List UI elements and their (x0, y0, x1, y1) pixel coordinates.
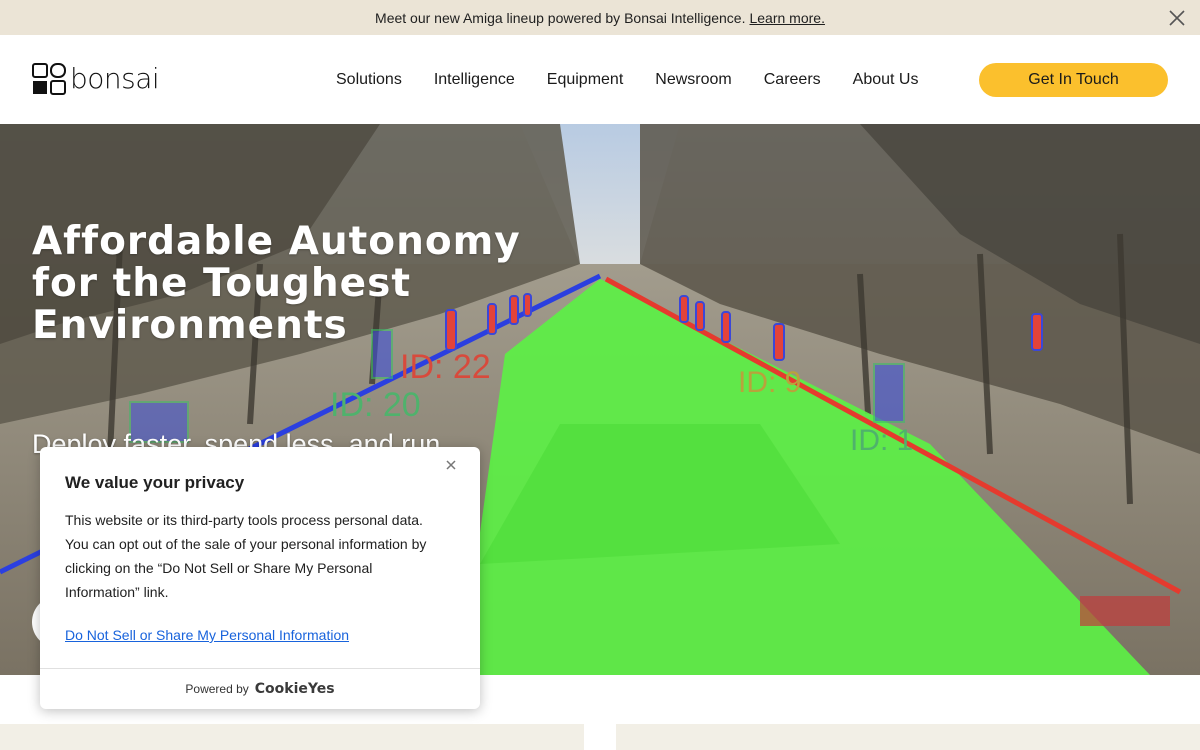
cookie-title: We value your privacy (65, 473, 245, 492)
cookie-close-button[interactable] (444, 458, 458, 472)
logo-wordmark: bonsai (70, 62, 160, 95)
close-icon (1169, 10, 1185, 26)
cookie-footer: Powered by CookieYes (40, 669, 480, 709)
nav-intelligence[interactable]: Intelligence (434, 71, 515, 89)
detection-label-22: ID: 22 (400, 348, 491, 386)
cookie-description: This website or its third-party tools pr… (65, 512, 427, 600)
feature-card-left (0, 724, 584, 750)
announcement-text: Meet our new Amiga lineup powered by Bon… (375, 9, 746, 26)
bonsai-logo[interactable]: bonsai (32, 62, 160, 95)
detection-label-20: ID: 20 (330, 386, 421, 424)
detection-label-9: ID: 9 (738, 366, 801, 399)
do-not-sell-link[interactable]: Do Not Sell or Share My Personal Informa… (65, 627, 349, 643)
site-header: bonsai Solutions Intelligence Equipment … (0, 35, 1200, 124)
powered-by-label: Powered by (185, 682, 249, 696)
close-announcement-button[interactable] (1168, 9, 1186, 27)
nav-solutions[interactable]: Solutions (336, 71, 402, 89)
feature-card-right (616, 724, 1200, 750)
hero-headline: Affordable Autonomy for the Toughest Env… (32, 219, 521, 348)
detection-label-1: ID: 1 (850, 424, 913, 457)
learn-more-link[interactable]: Learn more. (749, 10, 824, 26)
cookieyes-logo[interactable]: CookieYes (255, 681, 335, 697)
nav-equipment[interactable]: Equipment (547, 71, 624, 89)
cookie-consent-dialog: We value your privacy This website or it… (40, 447, 480, 709)
get-in-touch-button[interactable]: Get In Touch (979, 63, 1168, 97)
main-nav: Solutions Intelligence Equipment Newsroo… (336, 35, 918, 124)
bonsai-logo-mark-icon (32, 63, 66, 95)
nav-about-us[interactable]: About Us (853, 71, 919, 89)
close-icon (446, 460, 456, 470)
nav-careers[interactable]: Careers (764, 71, 821, 89)
nav-newsroom[interactable]: Newsroom (655, 71, 731, 89)
announcement-bar: Meet our new Amiga lineup powered by Bon… (0, 0, 1200, 35)
